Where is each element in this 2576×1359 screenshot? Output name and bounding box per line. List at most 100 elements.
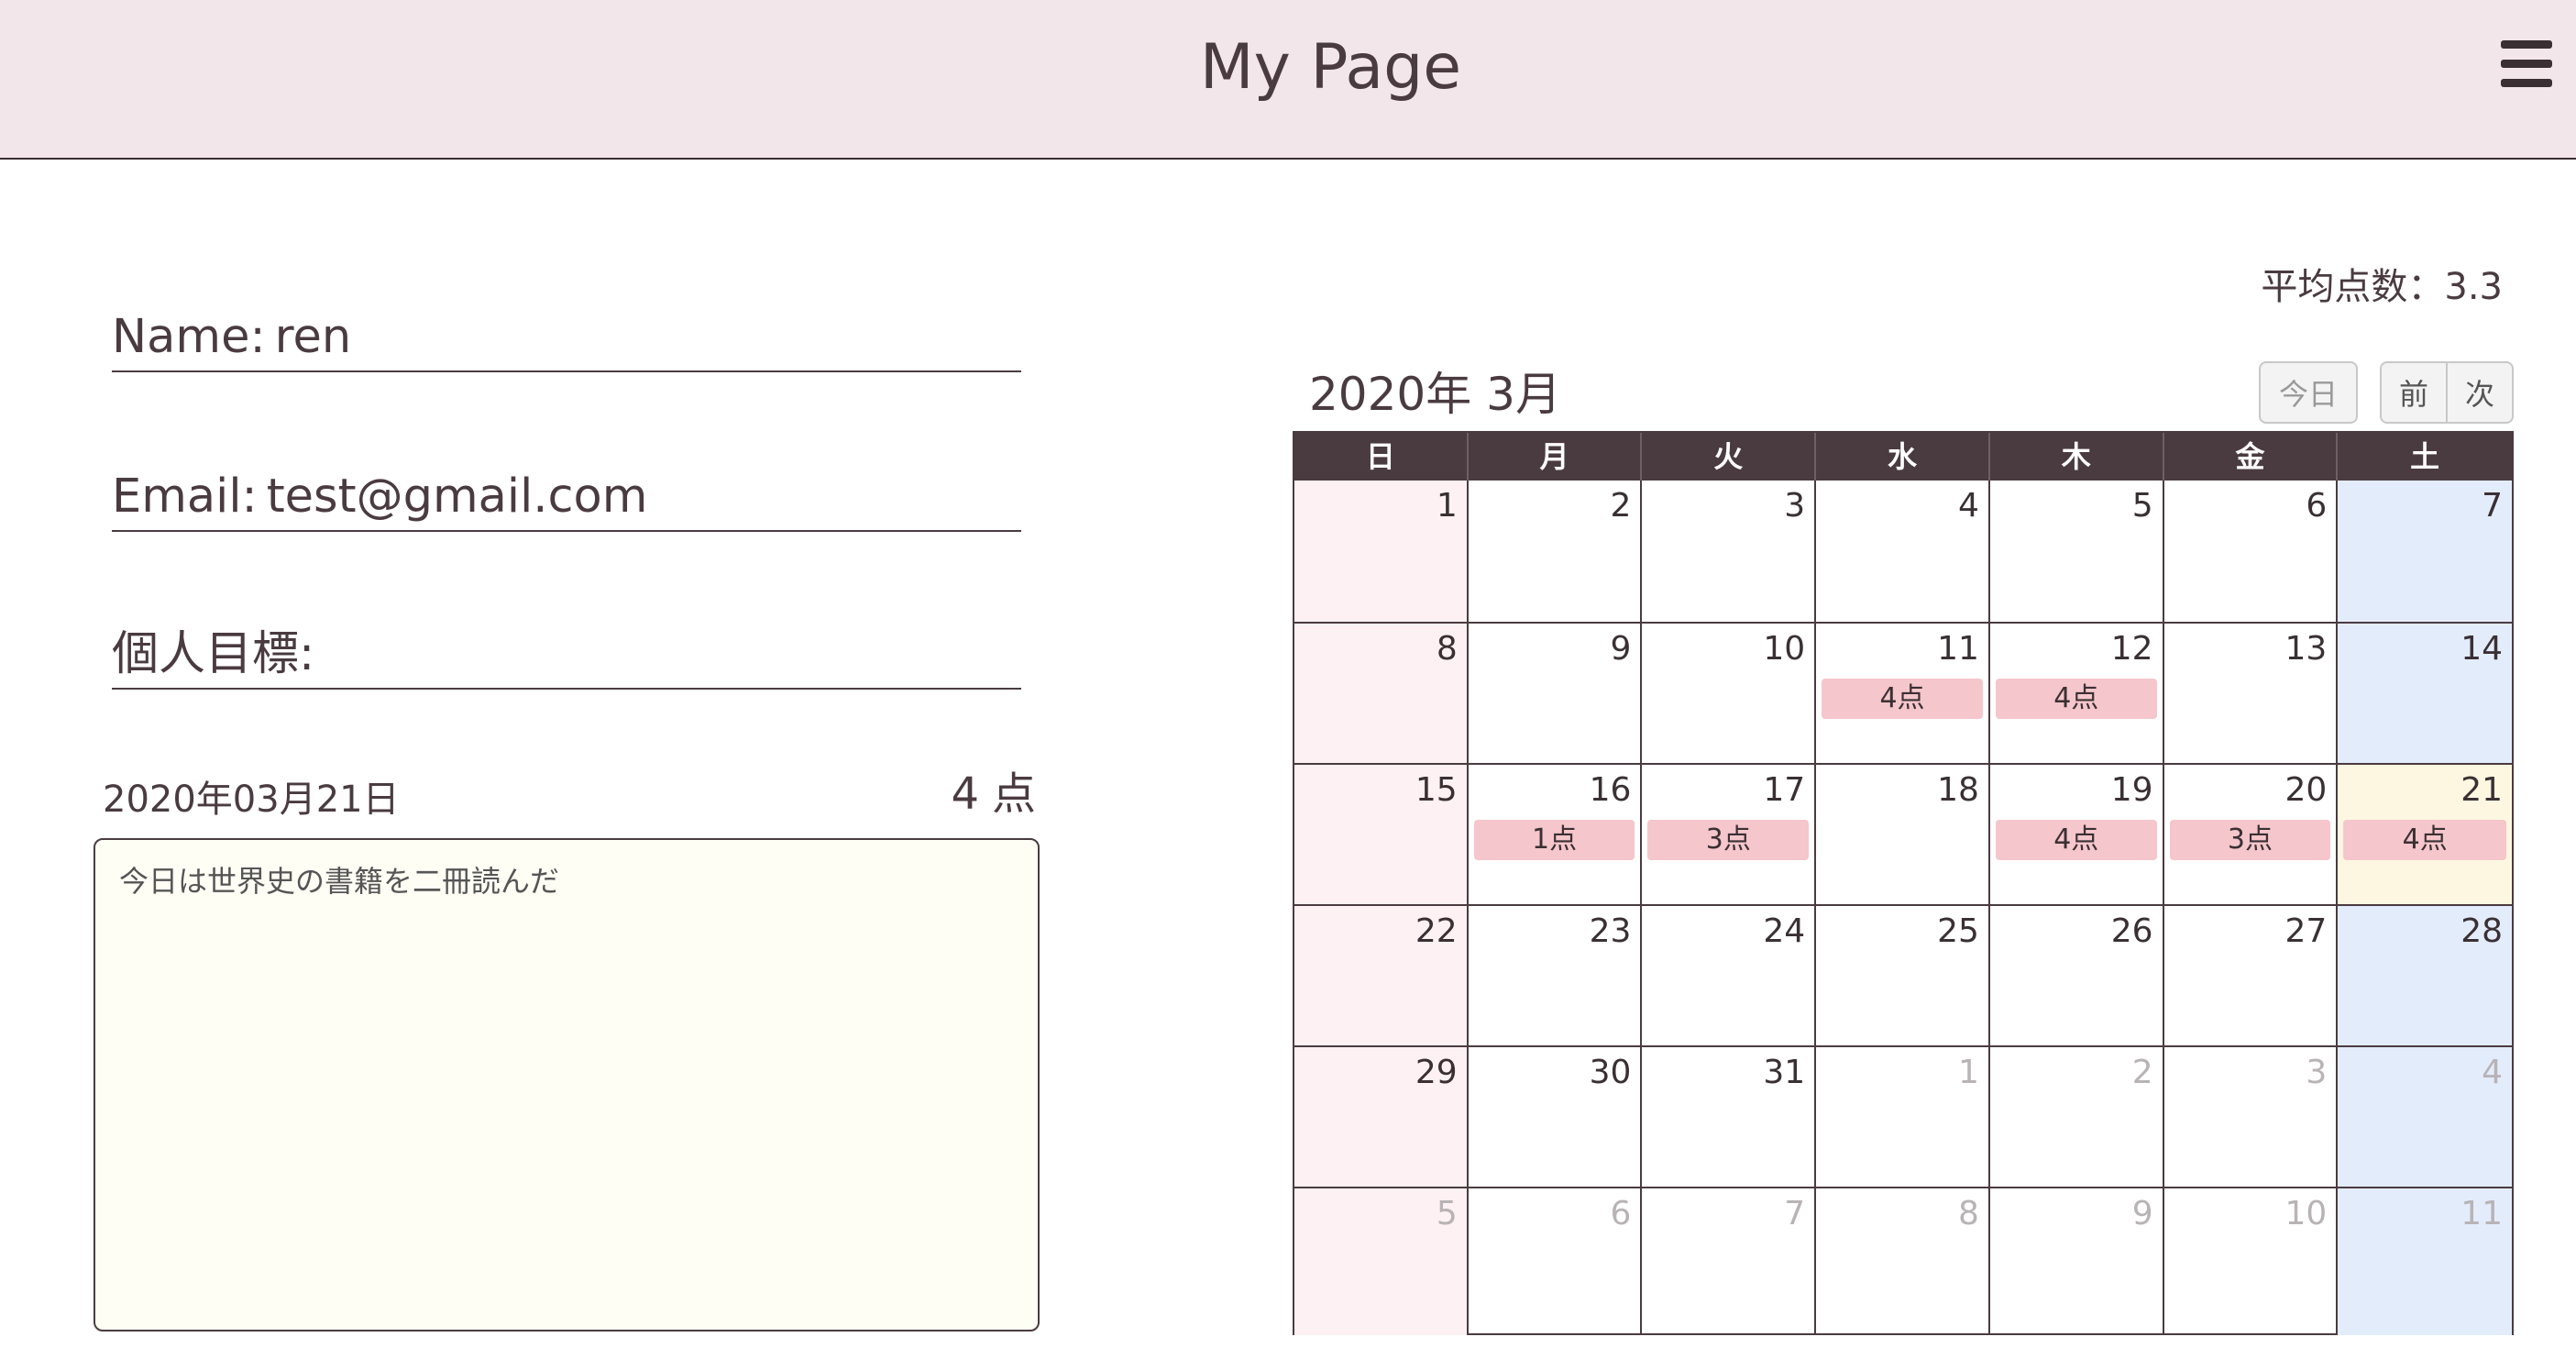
day-number: 29: [1415, 1054, 1458, 1091]
day-number: 24: [1763, 912, 1806, 950]
calendar-day-cell[interactable]: 7: [2338, 481, 2513, 622]
prev-month-button[interactable]: 前: [2380, 361, 2448, 424]
score-event[interactable]: 3点: [1647, 820, 1810, 860]
day-number: 30: [1589, 1054, 1632, 1091]
calendar-week-row: 29 30 31 1 2 3 4: [1294, 1045, 2513, 1187]
day-number: 4: [2482, 1054, 2504, 1091]
calendar-day-cell[interactable]: 17 3点: [1642, 765, 1817, 904]
calendar-day-cell[interactable]: 20 3点: [2164, 765, 2339, 904]
calendar-day-cell[interactable]: 4: [1816, 481, 1990, 622]
calendar-day-cell[interactable]: 18: [1816, 765, 1990, 904]
score-event[interactable]: 4点: [1995, 679, 2157, 719]
entry-date: 2020年03月21日: [103, 779, 400, 821]
weekday-header: 金: [2164, 433, 2339, 481]
calendar-day-cell[interactable]: 10: [1642, 624, 1817, 763]
calendar-week-row: 15 16 1点 17 3点 18 19 4点 20 3点 21 4点: [1294, 763, 2513, 904]
calendar: 日月火水木金土 1 2 3 4 5 6 7 8 9 10 11 4点 12 4点 13 14 15 16 1点 17 3…: [1293, 431, 2514, 1335]
calendar-day-cell[interactable]: 12 4点: [1990, 624, 2164, 763]
day-number: 21: [2460, 771, 2504, 809]
calendar-day-cell[interactable]: 3: [1642, 481, 1817, 622]
day-number: 22: [1415, 912, 1458, 950]
calendar-day-cell[interactable]: 8: [1816, 1188, 1990, 1335]
calendar-day-cell[interactable]: 5: [1294, 1188, 1469, 1335]
entry-score-value: 4: [951, 768, 979, 820]
calendar-day-cell[interactable]: 27: [2164, 906, 2339, 1045]
entry-score-unit: 点: [991, 768, 1036, 820]
calendar-day-cell[interactable]: 9: [1990, 1188, 2164, 1335]
today-button[interactable]: 今日: [2259, 361, 2358, 424]
day-number: 5: [2131, 487, 2153, 525]
calendar-day-cell[interactable]: 1: [1294, 481, 1469, 622]
calendar-day-cell[interactable]: 24: [1642, 906, 1817, 1045]
calendar-day-cell[interactable]: 11: [2338, 1188, 2513, 1335]
calendar-day-cell[interactable]: 14: [2338, 624, 2513, 763]
day-number: 27: [2284, 912, 2328, 950]
calendar-day-cell[interactable]: 7: [1642, 1188, 1817, 1335]
calendar-day-cell[interactable]: 13: [2164, 624, 2339, 763]
day-number: 23: [1589, 912, 1632, 950]
score-event[interactable]: 3点: [2169, 820, 2331, 860]
day-number: 15: [1415, 771, 1458, 809]
calendar-day-cell[interactable]: 4: [2338, 1047, 2513, 1187]
day-number: 18: [1937, 771, 1979, 809]
calendar-day-cell[interactable]: 11 4点: [1816, 624, 1990, 763]
page-title: My Page: [1199, 31, 1462, 104]
calendar-day-cell[interactable]: 28: [2338, 906, 2513, 1045]
calendar-day-cell[interactable]: 2: [1990, 1047, 2164, 1187]
calendar-day-cell[interactable]: 26: [1990, 906, 2164, 1045]
weekday-header: 月: [1469, 433, 1643, 481]
hamburger-menu-icon[interactable]: [2501, 40, 2552, 88]
day-number: 11: [2460, 1195, 2504, 1232]
day-number: 20: [2284, 771, 2328, 809]
calendar-week-row: 5 6 7 8 9 10 11: [1294, 1187, 2513, 1335]
entry-score: 4点: [935, 767, 1036, 822]
calendar-day-cell[interactable]: 15: [1294, 765, 1469, 904]
day-number: 7: [1784, 1195, 1806, 1232]
day-number: 3: [1784, 487, 1806, 525]
day-number: 2: [1610, 487, 1632, 525]
name-label: Name:: [112, 310, 266, 364]
calendar-weekday-header: 日月火水木金 土: [1294, 433, 2512, 481]
goal-label: 個人目標:: [112, 627, 315, 681]
day-number: 4: [1957, 487, 1979, 525]
score-event[interactable]: 1点: [1473, 820, 1635, 860]
calendar-day-cell[interactable]: 2: [1469, 481, 1643, 622]
calendar-week-row: 1 2 3 4 5 6 7: [1294, 481, 2513, 622]
calendar-day-cell[interactable]: 31: [1642, 1047, 1817, 1187]
next-month-button[interactable]: 次: [2446, 361, 2514, 424]
score-event[interactable]: 4点: [1822, 679, 1983, 719]
calendar-day-cell[interactable]: 21 4点: [2338, 765, 2513, 904]
calendar-day-cell[interactable]: 6: [2164, 481, 2339, 622]
memo-textarea[interactable]: 今日は世界史の書籍を二冊読んだ: [94, 838, 1040, 1331]
weekday-header: 日: [1294, 433, 1469, 481]
calendar-day-cell[interactable]: 3: [2164, 1047, 2339, 1187]
day-number: 1: [1957, 1054, 1979, 1091]
score-event[interactable]: 4点: [2343, 820, 2507, 860]
calendar-day-cell[interactable]: 16 1点: [1469, 765, 1643, 904]
day-number: 13: [2284, 630, 2328, 668]
score-event[interactable]: 4点: [1995, 820, 2157, 860]
calendar-day-cell[interactable]: 5: [1990, 481, 2164, 622]
calendar-title: 2020年 3月: [1309, 368, 1561, 421]
calendar-day-cell[interactable]: 22: [1294, 906, 1469, 1045]
calendar-day-cell[interactable]: 8: [1294, 624, 1469, 763]
day-number: 10: [1763, 630, 1806, 668]
day-number: 14: [2460, 630, 2504, 668]
day-number: 12: [2110, 630, 2153, 668]
calendar-day-cell[interactable]: 23: [1469, 906, 1643, 1045]
calendar-week-row: 8 9 10 11 4点 12 4点 13 14: [1294, 622, 2513, 763]
day-number: 7: [2482, 487, 2504, 525]
calendar-day-cell[interactable]: 1: [1816, 1047, 1990, 1187]
calendar-day-cell[interactable]: 30: [1469, 1047, 1643, 1187]
day-number: 28: [2460, 912, 2504, 950]
day-number: 26: [2110, 912, 2153, 950]
day-number: 31: [1763, 1054, 1806, 1091]
weekday-header: 土: [2410, 439, 2440, 474]
calendar-day-cell[interactable]: 29: [1294, 1047, 1469, 1187]
calendar-day-cell[interactable]: 10: [2164, 1188, 2339, 1335]
day-number: 5: [1436, 1195, 1458, 1232]
calendar-day-cell[interactable]: 6: [1469, 1188, 1643, 1335]
calendar-day-cell[interactable]: 9: [1469, 624, 1643, 763]
calendar-day-cell[interactable]: 25: [1816, 906, 1990, 1045]
calendar-day-cell[interactable]: 19 4点: [1990, 765, 2164, 904]
